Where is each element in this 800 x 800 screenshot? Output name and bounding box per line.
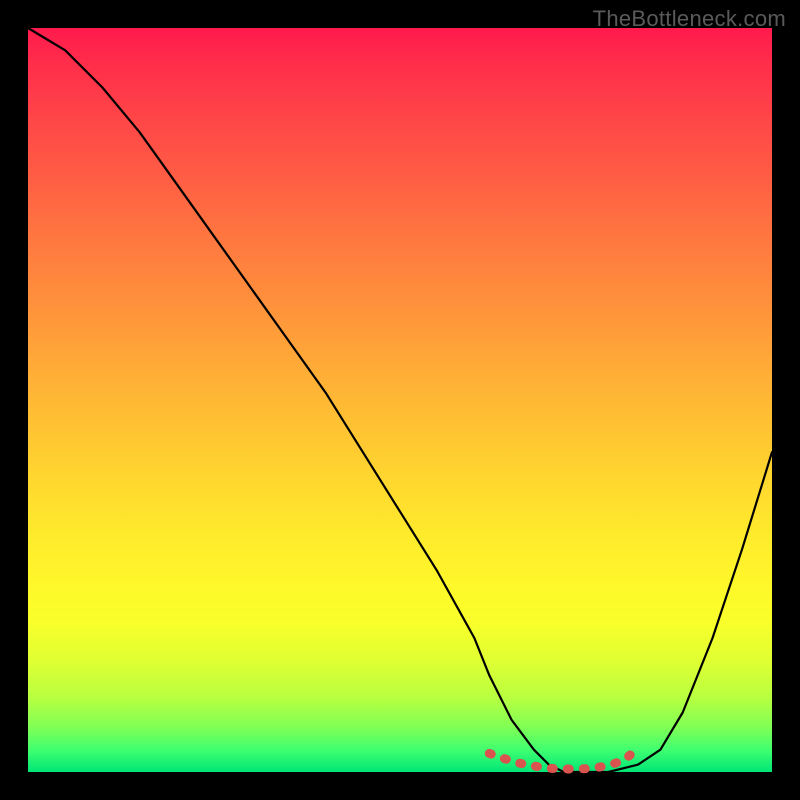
chart-plot-area	[28, 28, 772, 772]
bottleneck-curve-path	[28, 28, 772, 772]
optimal-range-highlight	[489, 748, 638, 769]
chart-svg	[28, 28, 772, 772]
watermark-text: TheBottleneck.com	[593, 6, 786, 32]
